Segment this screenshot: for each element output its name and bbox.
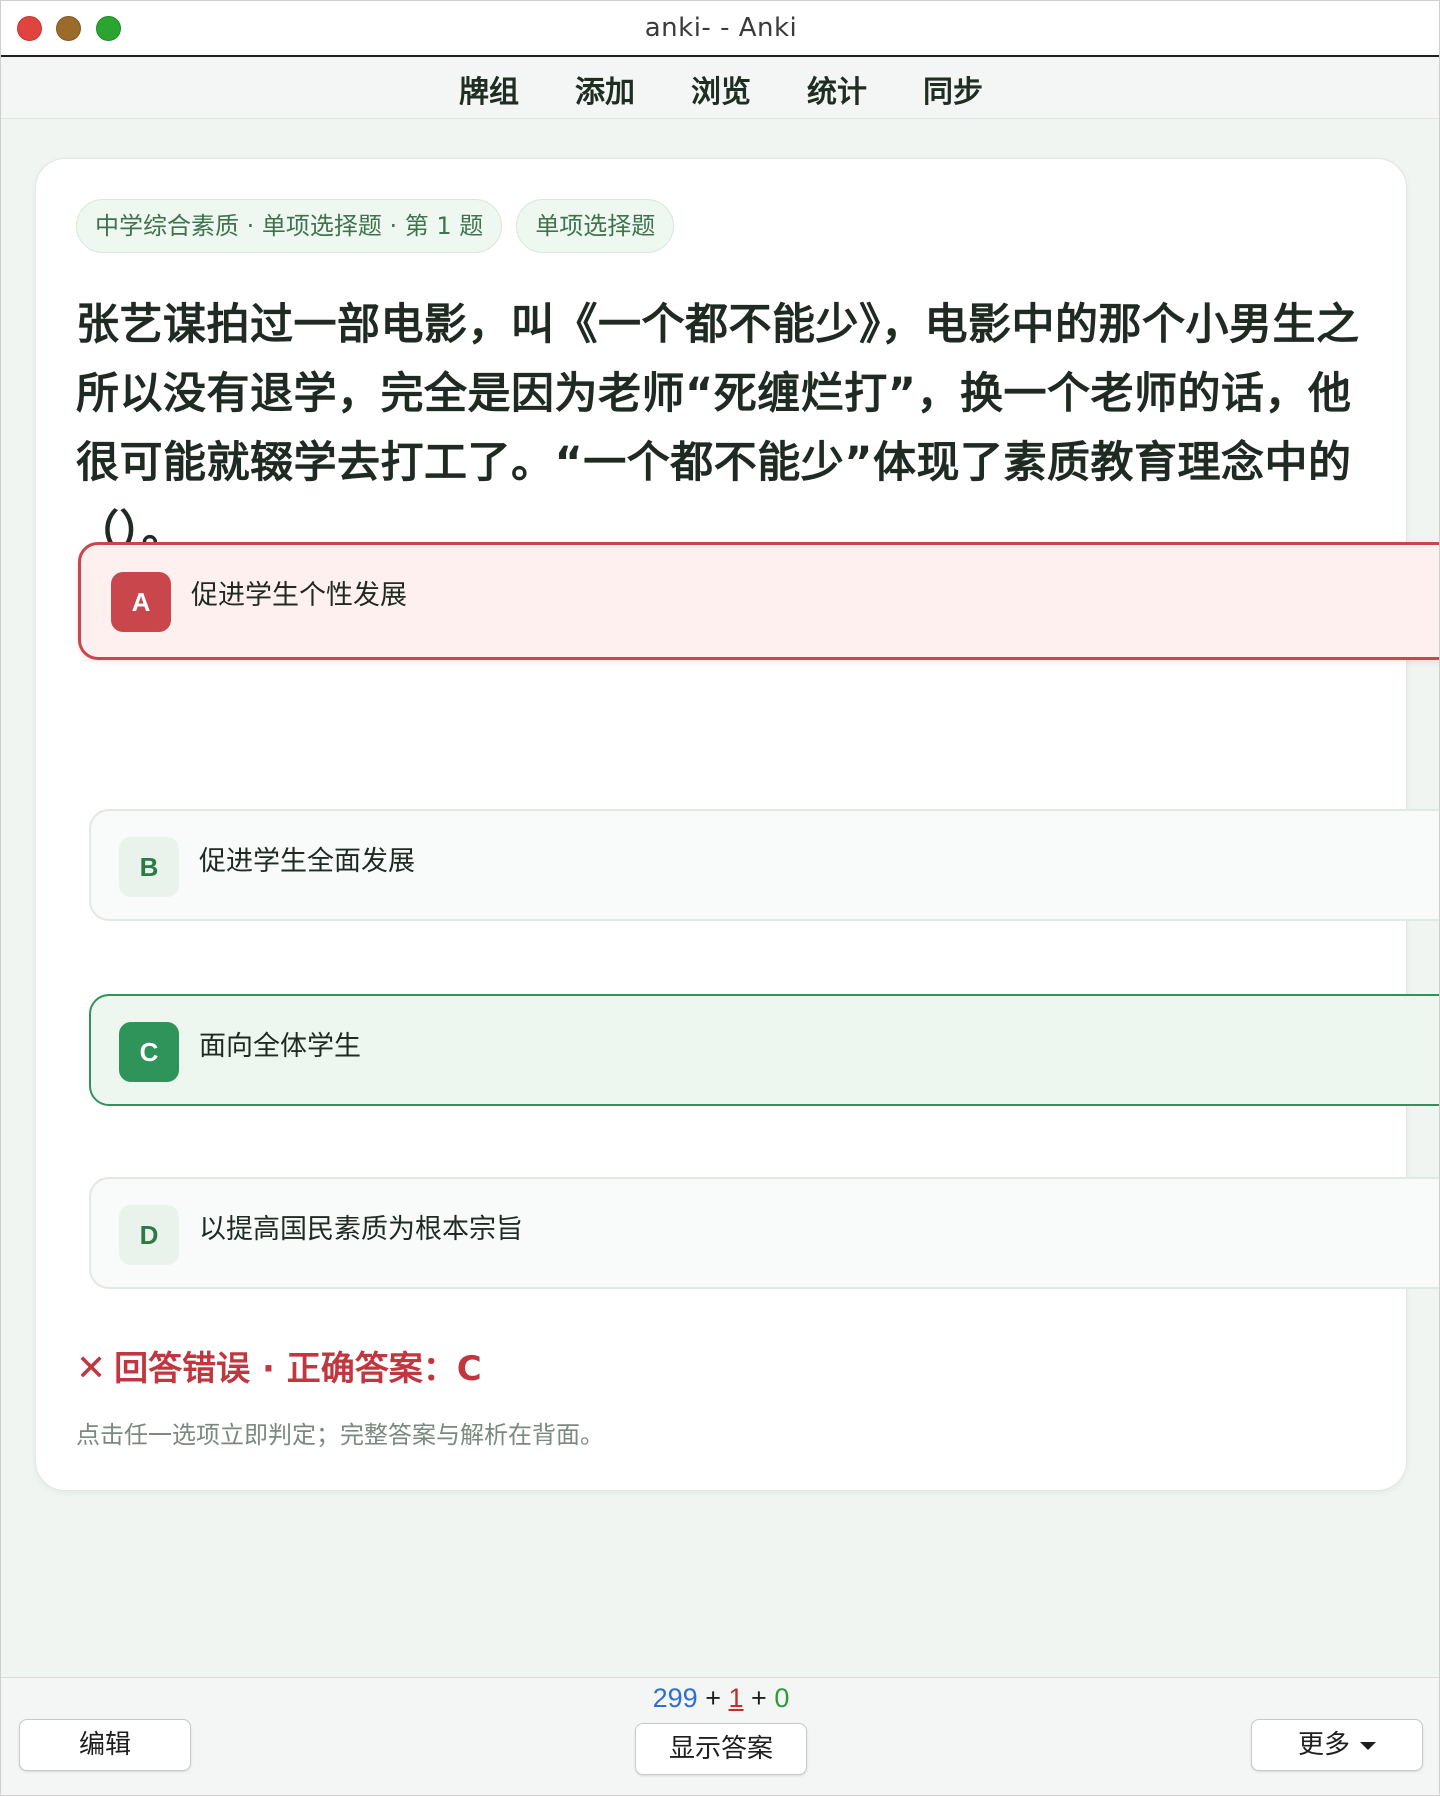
cross-icon: ✕ [76, 1348, 107, 1389]
tag-chips: 中学综合素质 · 单项选择题 · 第 1 题 单项选择题 [76, 199, 675, 253]
count-separator: + [751, 1683, 767, 1713]
due-counts: 299 + 1 + 0 [1, 1683, 1439, 1714]
count-separator: + [705, 1683, 721, 1713]
type-chip: 单项选择题 [516, 199, 675, 253]
new-count: 299 [652, 1683, 698, 1713]
review-count: 0 [774, 1683, 790, 1713]
toolbar-decks[interactable]: 牌组 [431, 67, 547, 111]
deck-chip: 中学综合素质 · 单项选择题 · 第 1 题 [76, 199, 503, 253]
toolbar-sync[interactable]: 同步 [895, 67, 1011, 111]
option-letter: A [111, 572, 171, 632]
option-a[interactable]: A 促进学生个性发展 [78, 542, 1439, 660]
option-text: 以提高国民素质为根本宗旨 [199, 1214, 523, 1245]
toolbar-add[interactable]: 添加 [547, 67, 663, 111]
question-text: 张艺谋拍过一部电影，叫《一个都不能少》，电影中的那个小男生之所以没有退学，完全是… [76, 300, 1360, 557]
more-label: 更多 [1297, 1730, 1350, 1760]
option-c[interactable]: C 面向全体学生 [89, 994, 1439, 1106]
bottom-bar: 299 + 1 + 0 编辑 显示答案 更多 [1, 1677, 1439, 1795]
more-button[interactable]: 更多 [1251, 1719, 1423, 1771]
show-answer-button[interactable]: 显示答案 [635, 1723, 807, 1775]
result-text: 回答错误 · 正确答案：C [114, 1349, 482, 1389]
main-toolbar: 牌组 添加 浏览 统计 同步 [1, 59, 1439, 119]
result-message: ✕ 回答错误 · 正确答案：C [76, 1341, 482, 1390]
option-b[interactable]: B 促进学生全面发展 [89, 809, 1439, 921]
option-d[interactable]: D 以提高国民素质为根本宗旨 [89, 1177, 1439, 1289]
edit-button[interactable]: 编辑 [19, 1719, 191, 1771]
option-letter: D [119, 1205, 179, 1265]
option-letter: C [119, 1022, 179, 1082]
option-text: 促进学生个性发展 [191, 580, 407, 611]
option-text: 促进学生全面发展 [199, 846, 415, 877]
option-letter: B [119, 837, 179, 897]
question-card: 中学综合素质 · 单项选择题 · 第 1 题 单项选择题 张艺谋拍过一部电影，叫… [35, 158, 1439, 1491]
toolbar-stats[interactable]: 统计 [779, 67, 895, 111]
learn-count: 1 [728, 1683, 744, 1713]
option-text: 面向全体学生 [199, 1031, 361, 1062]
toolbar-browse[interactable]: 浏览 [663, 67, 779, 111]
window-title: anki- - Anki [644, 13, 798, 43]
title-bar: anki- - Anki [1, 1, 1439, 57]
hint-text: 点击任一选项立即判定；完整答案与解析在背面。 [76, 1421, 604, 1449]
caret-down-icon [1360, 1741, 1376, 1750]
anki-window: anki- - Anki 牌组 添加 浏览 统计 同步 中学综合素质 · 单项选… [0, 0, 1440, 1796]
